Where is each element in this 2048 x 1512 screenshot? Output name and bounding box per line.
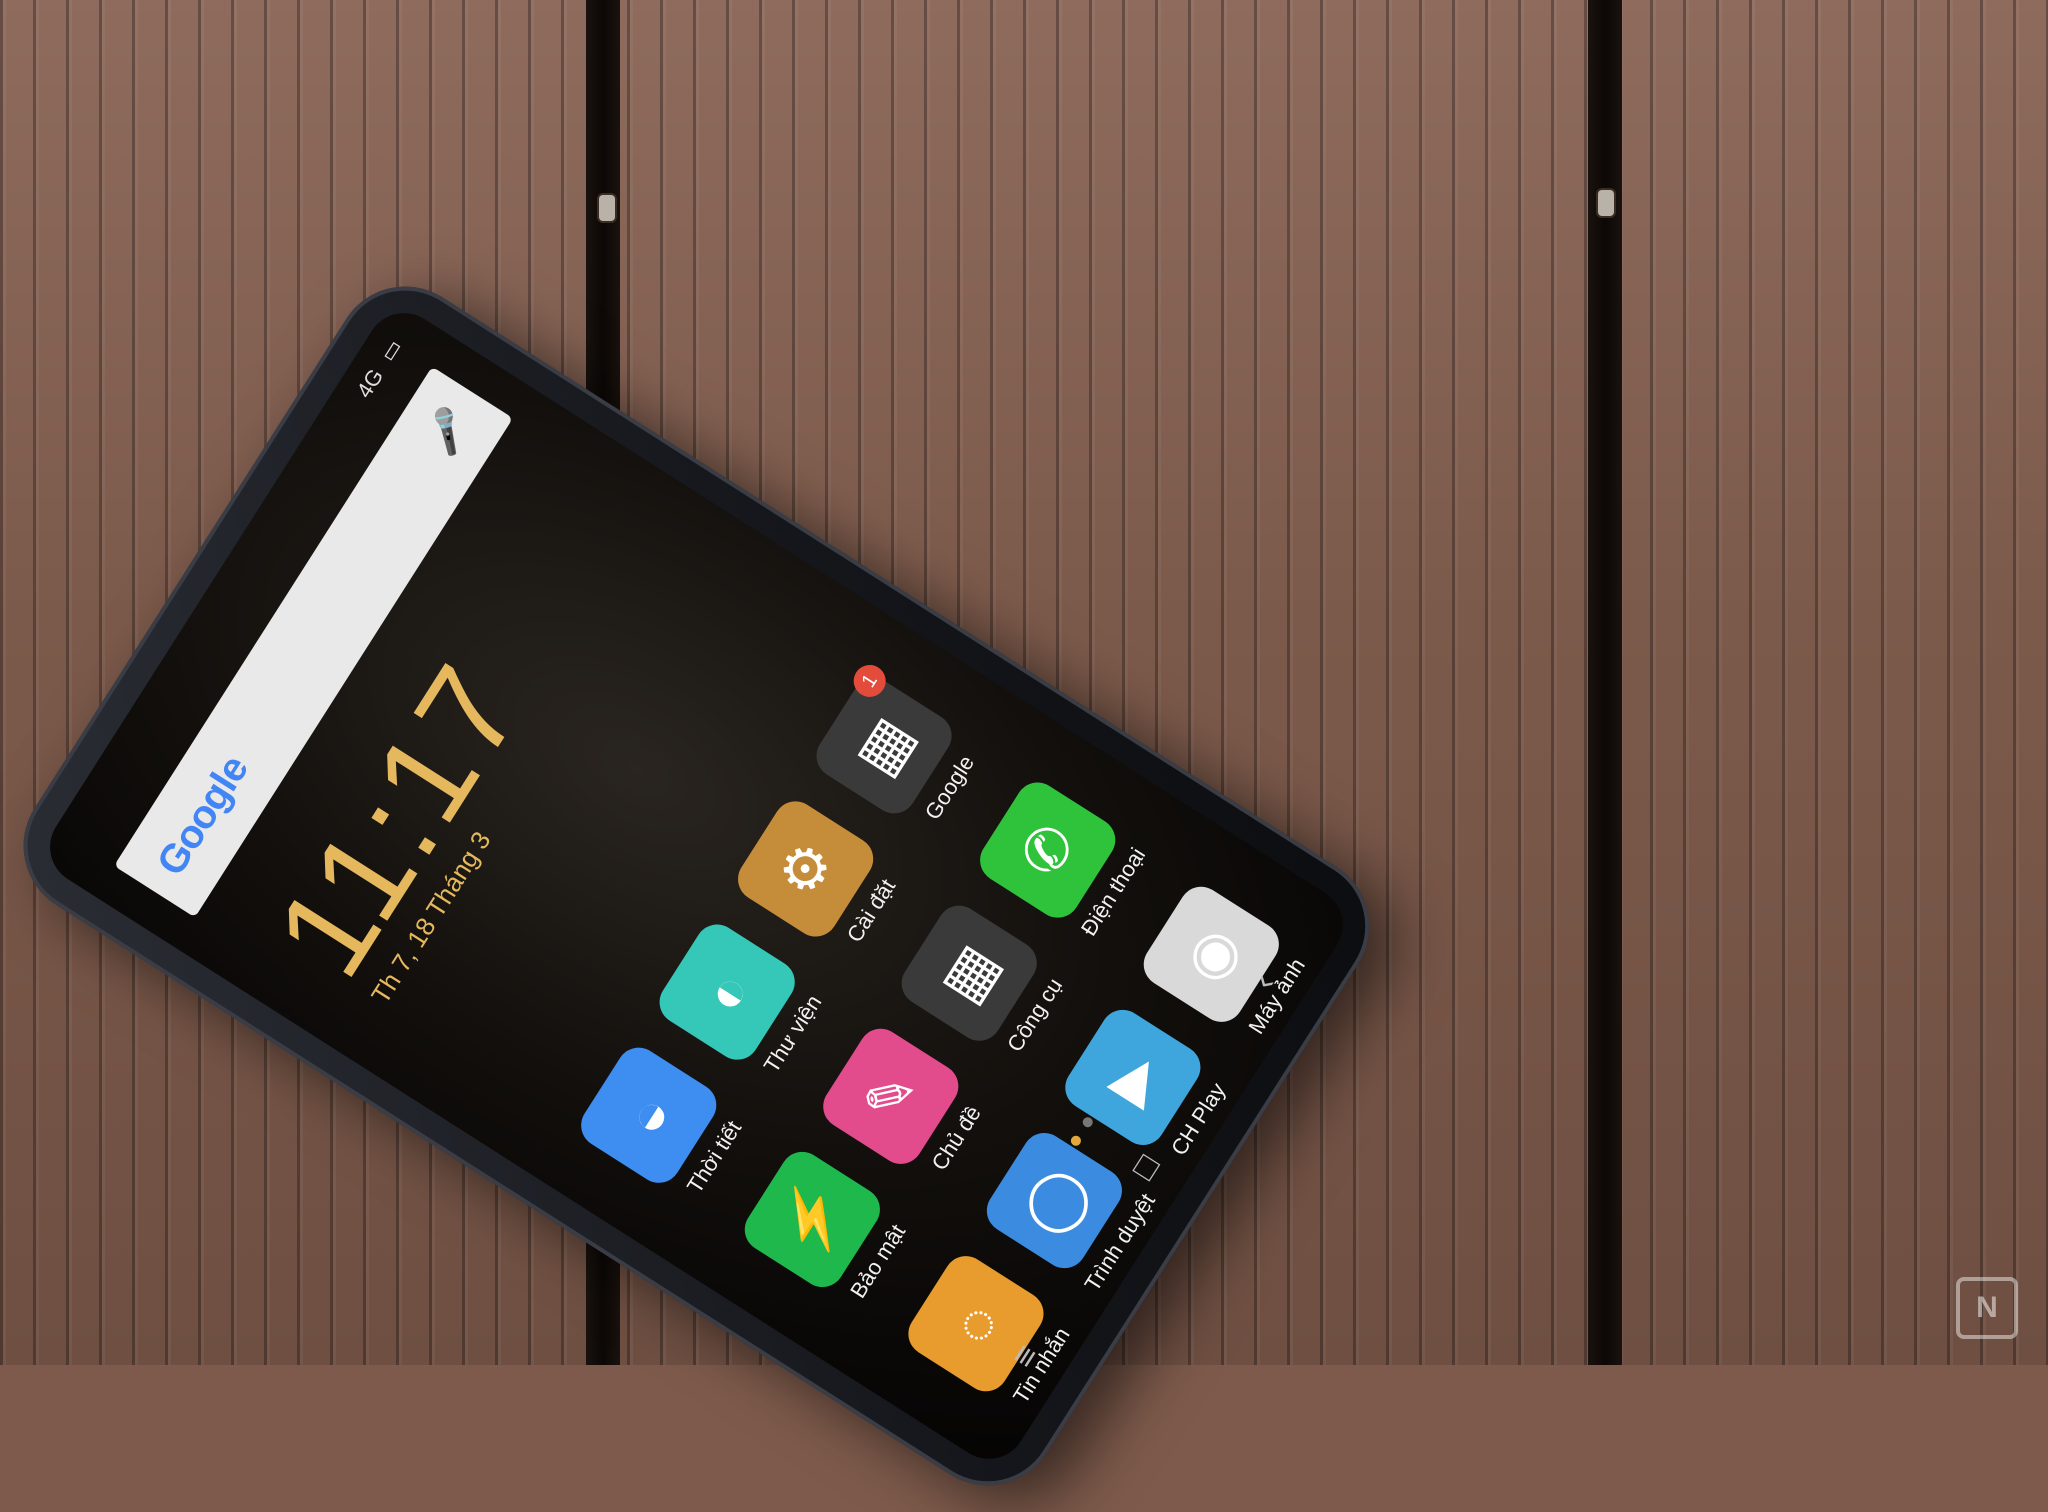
google-logo: Google <box>148 748 257 883</box>
deck-bolt <box>599 195 615 221</box>
microphone-icon[interactable]: 🎤 <box>418 401 478 461</box>
watermark-logo: N <box>1956 1277 2018 1339</box>
battery-icon: ▭ <box>374 334 407 366</box>
deck-bolt <box>1598 190 1614 216</box>
back-button[interactable]: ‹ <box>1245 967 1284 998</box>
network-indicator: 4G <box>351 364 389 403</box>
notification-badge: 1 <box>847 658 892 704</box>
